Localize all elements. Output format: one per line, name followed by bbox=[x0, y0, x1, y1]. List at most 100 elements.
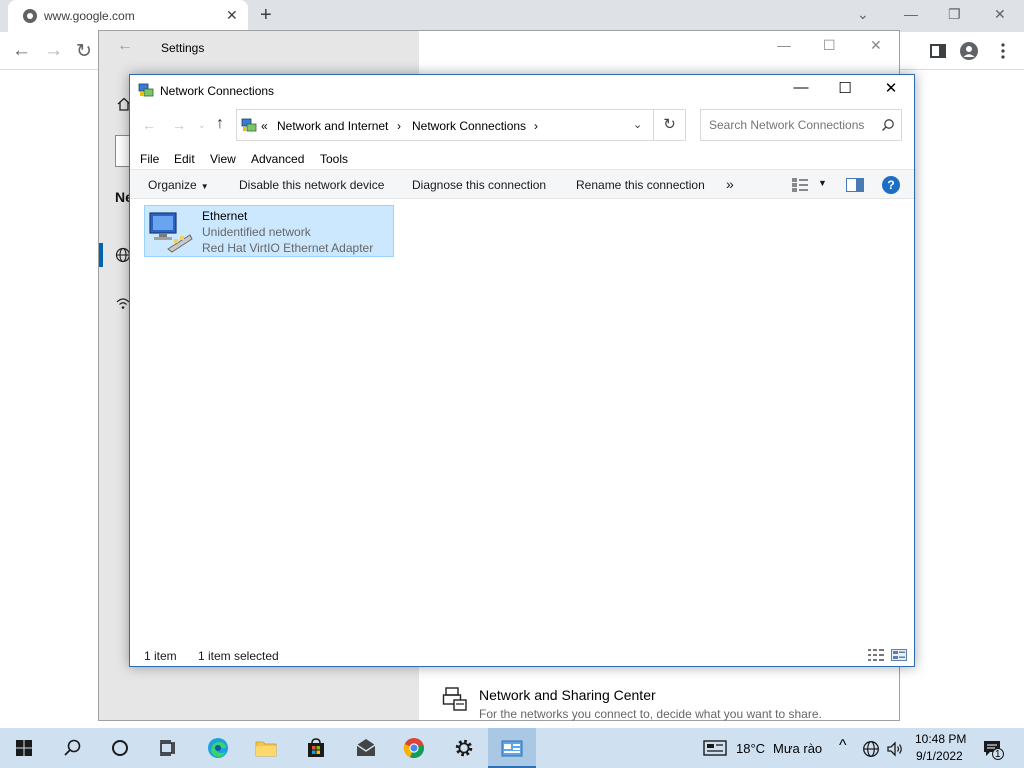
new-tab-button[interactable]: + bbox=[260, 4, 272, 27]
forward-button[interactable]: → bbox=[44, 40, 63, 62]
breadcrumb-network-connections[interactable]: Network Connections bbox=[412, 119, 526, 133]
search-input[interactable] bbox=[709, 118, 875, 132]
show-hidden-icons-chevron-icon[interactable]: ^ bbox=[839, 737, 847, 755]
cortana-icon bbox=[112, 740, 128, 756]
view-options-dropdown-icon[interactable]: ▼ bbox=[818, 178, 827, 188]
notification-count-badge: 1 bbox=[995, 749, 1001, 760]
clock-time[interactable]: 10:48 PM bbox=[915, 732, 966, 746]
organize-button[interactable]: Organize ▼ bbox=[148, 178, 209, 192]
network-sharing-center-description: For the networks you connect to, decide … bbox=[479, 707, 822, 721]
address-dropdown-icon[interactable]: ⌄ bbox=[633, 118, 642, 131]
clock-date[interactable]: 9/1/2022 bbox=[916, 749, 963, 763]
settings-maximize-button[interactable]: ☐ bbox=[823, 37, 836, 54]
network-sharing-center-link[interactable]: Network and Sharing Center bbox=[479, 687, 656, 703]
edge-taskbar-button[interactable] bbox=[194, 728, 242, 768]
disable-device-button[interactable]: Disable this network device bbox=[239, 178, 384, 192]
chrome-icon bbox=[403, 738, 424, 759]
task-view-icon bbox=[160, 740, 175, 756]
forward-button[interactable]: → bbox=[172, 117, 186, 133]
printer-sharing-icon bbox=[442, 687, 467, 711]
tiles-view-icon[interactable] bbox=[891, 649, 907, 661]
menu-edit[interactable]: Edit bbox=[174, 152, 195, 166]
change-view-icon[interactable] bbox=[792, 178, 808, 192]
browser-tab[interactable]: www.google.com ✕ bbox=[8, 0, 248, 32]
weather-description[interactable]: Mưa rào bbox=[773, 741, 822, 756]
connection-status: Unidentified network bbox=[202, 225, 311, 239]
connection-adapter: Red Hat VirtIO Ethernet Adapter bbox=[202, 241, 374, 255]
browser-minimize-button[interactable]: — bbox=[904, 6, 918, 22]
browser-restore-button[interactable]: ❐ bbox=[948, 6, 961, 23]
start-button[interactable] bbox=[0, 728, 48, 768]
windows-icon bbox=[16, 740, 32, 756]
dropdown-arrow-icon: ▼ bbox=[200, 182, 209, 191]
rename-connection-button[interactable]: Rename this connection bbox=[576, 178, 705, 192]
details-view-icon[interactable] bbox=[868, 649, 884, 661]
close-tab-icon[interactable]: ✕ bbox=[226, 7, 238, 24]
preview-pane-icon[interactable] bbox=[846, 178, 864, 192]
selected-nav-indicator bbox=[99, 243, 103, 267]
menu-bar: File Edit View Advanced Tools bbox=[130, 149, 914, 169]
profile-avatar-icon[interactable] bbox=[960, 42, 978, 60]
settings-minimize-button[interactable]: — bbox=[777, 37, 791, 53]
search-box[interactable] bbox=[700, 109, 902, 141]
settings-taskbar-button[interactable] bbox=[440, 728, 488, 768]
mail-taskbar-button[interactable] bbox=[342, 728, 390, 768]
back-button[interactable]: ← bbox=[142, 117, 156, 133]
menu-view[interactable]: View bbox=[210, 152, 236, 166]
side-panel-icon[interactable] bbox=[929, 42, 947, 60]
organize-label: Organize bbox=[148, 178, 197, 192]
up-button[interactable]: ↑ bbox=[216, 115, 224, 133]
close-button[interactable]: ✕ bbox=[868, 79, 914, 101]
reload-button[interactable]: ↻ bbox=[76, 40, 92, 63]
minimize-button[interactable]: — bbox=[778, 79, 824, 101]
selection-count: 1 item selected bbox=[198, 649, 279, 663]
taskbar: 18°C Mưa rào ^ 10:48 PM 9/1/2022 1 bbox=[0, 728, 1024, 768]
settings-close-button[interactable]: ✕ bbox=[870, 37, 882, 54]
browser-menu-icon[interactable] bbox=[994, 42, 1012, 60]
address-row: ← → ⌄ ↑ « Network and Internet › Network… bbox=[130, 107, 914, 143]
breadcrumb-overflow[interactable]: « bbox=[261, 119, 268, 133]
diagnose-connection-button[interactable]: Diagnose this connection bbox=[412, 178, 546, 192]
command-bar: Organize ▼ Disable this network device Di… bbox=[130, 169, 914, 199]
control-panel-icon bbox=[501, 740, 523, 757]
refresh-button[interactable]: ↻ bbox=[654, 109, 686, 141]
mail-icon bbox=[356, 739, 376, 756]
help-icon[interactable]: ? bbox=[882, 176, 900, 194]
item-count: 1 item bbox=[144, 649, 177, 663]
settings-back-button[interactable]: ← bbox=[117, 37, 133, 55]
network-connections-icon bbox=[138, 83, 154, 97]
taskbar-search-button[interactable] bbox=[48, 728, 96, 768]
volume-icon[interactable] bbox=[886, 740, 904, 758]
recent-locations-icon[interactable]: ⌄ bbox=[198, 120, 206, 131]
status-bar: 1 item 1 item selected bbox=[130, 645, 914, 667]
weather-widget-icon[interactable] bbox=[703, 740, 727, 756]
maximize-button[interactable]: ☐ bbox=[822, 79, 868, 101]
menu-file[interactable]: File bbox=[140, 152, 159, 166]
breadcrumb-network-internet[interactable]: Network and Internet bbox=[277, 119, 388, 133]
cortana-button[interactable] bbox=[96, 728, 144, 768]
task-view-button[interactable] bbox=[144, 728, 192, 768]
folder-icon bbox=[255, 741, 277, 757]
file-explorer-taskbar-button[interactable] bbox=[242, 728, 290, 768]
chrome-taskbar-button[interactable] bbox=[390, 728, 438, 768]
address-bar[interactable]: « Network and Internet › Network Connect… bbox=[236, 109, 654, 141]
back-button[interactable]: ← bbox=[12, 40, 31, 62]
browser-tab-title: www.google.com bbox=[44, 9, 135, 23]
network-connections-icon bbox=[241, 118, 257, 132]
more-commands-button[interactable]: » bbox=[726, 176, 734, 192]
ethernet-connection-item[interactable]: Ethernet Unidentified network Red Hat Vi… bbox=[144, 205, 394, 257]
menu-tools[interactable]: Tools bbox=[320, 152, 348, 166]
settings-title: Settings bbox=[161, 41, 205, 55]
network-connections-taskbar-button[interactable] bbox=[488, 728, 536, 768]
tab-search-icon[interactable]: ⌄ bbox=[857, 6, 869, 23]
browser-close-button[interactable]: ✕ bbox=[994, 6, 1006, 23]
store-icon bbox=[308, 738, 324, 757]
network-globe-icon[interactable] bbox=[862, 740, 880, 758]
weather-temperature[interactable]: 18°C bbox=[736, 741, 765, 756]
search-icon[interactable] bbox=[881, 118, 895, 132]
breadcrumb-separator-icon[interactable]: › bbox=[534, 119, 538, 133]
breadcrumb-separator-icon[interactable]: › bbox=[397, 119, 401, 133]
menu-advanced[interactable]: Advanced bbox=[251, 152, 304, 166]
window-title-bar[interactable]: Network Connections — ☐ ✕ bbox=[130, 75, 914, 105]
store-taskbar-button[interactable] bbox=[292, 728, 340, 768]
